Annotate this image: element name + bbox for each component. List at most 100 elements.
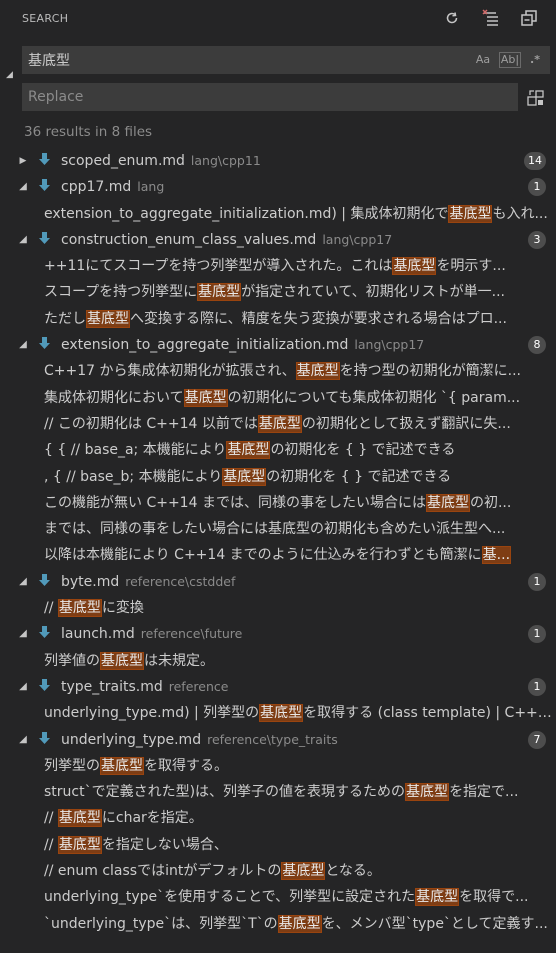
match-row[interactable]: underlying_type`を使用することで、列挙型に設定された基底型を取得… [0, 884, 556, 910]
file-row[interactable]: ◢ launch.md reference\future 1 [0, 621, 556, 647]
replace-placeholder[interactable]: Replace [22, 89, 83, 105]
file-row[interactable]: ◢ construction_enum_class_values.md lang\c… [0, 227, 556, 253]
whole-word-icon[interactable]: Ab| [499, 52, 521, 68]
match-highlight: 基底型 [425, 493, 470, 512]
match-before: struct`で定義された型)は、列挙子の値を表現するための [44, 784, 406, 801]
match-row[interactable]: までは、同様の事をしたい場合には基底型の初期化も含めたい派生型へ... [0, 516, 556, 542]
file-path: lang\cpp17 [322, 231, 393, 247]
match-row[interactable]: extension_to_aggregate_initialization.md… [0, 201, 556, 227]
match-highlight: 基底型 [415, 888, 460, 907]
match-row[interactable]: 以降は本機能により C++14 までのように仕込みを行わずとも簡潔に基... [0, 542, 556, 568]
file-row[interactable]: ◢ underlying_type.md reference\type_traits… [0, 727, 556, 753]
match-row[interactable]: 集成体初期化において基底型の初期化についても集成体初期化 `{ param... [0, 385, 556, 411]
match-case-icon[interactable]: Aa [474, 51, 492, 69]
file-name-text: underlying_type.md [61, 731, 202, 748]
markdown-file-icon [38, 674, 51, 700]
file-row[interactable]: ◢ byte.md reference\cstddef 1 [0, 569, 556, 595]
match-row[interactable]: ただし基底型へ変換する際に、精度を失う変換が要求される場合はプロ... [0, 306, 556, 332]
match-row[interactable]: この機能が無い C++14 までは、同様の事をしたい場合には基底型の初... [0, 490, 556, 516]
match-highlight: 基... [481, 546, 512, 565]
file-row[interactable]: ◢ type_traits.md reference 1 [0, 674, 556, 700]
match-row[interactable]: underlying_type.md) | 列挙型の基底型を取得する (clas… [0, 700, 556, 726]
match-highlight: 基底型 [448, 204, 493, 223]
clear-results-icon[interactable] [482, 9, 500, 27]
match-before: 集成体初期化において [44, 389, 184, 406]
file-name: construction_enum_class_values.md lang\cp… [61, 227, 392, 253]
match-before: この機能が無い C++14 までは、同様の事をしたい場合には [44, 494, 426, 511]
match-before: underlying_type.md) | 列挙型の [44, 705, 260, 722]
chevron-down-icon[interactable]: ◢ [18, 727, 28, 753]
match-row[interactable]: 列挙型の基底型を取得する。 [0, 753, 556, 779]
chevron-right-icon[interactable]: ▶ [18, 148, 28, 174]
match-after: の初期化についても集成体初期化 `{ param... [227, 389, 521, 406]
file-name: cpp17.md lang [61, 174, 164, 200]
replace-input[interactable]: Replace [22, 83, 518, 111]
markdown-file-icon [38, 332, 51, 358]
match-after: を指定で... [449, 784, 519, 801]
match-highlight: 基底型 [197, 283, 242, 302]
file-name-text: launch.md [61, 626, 135, 643]
match-row[interactable]: 列挙値の基底型は未規定。 [0, 648, 556, 674]
match-highlight: 基底型 [277, 914, 322, 933]
match-after: の初... [469, 494, 512, 511]
match-row[interactable]: , { // base_b; 本機能により基底型の初期化を { } で記述できる [0, 464, 556, 490]
match-before: までは、同様の事をしたい場合には基底型の初期化も含めたい派生型へ... [44, 521, 506, 538]
match-after: を持つ型の初期化が簡潔に... [339, 363, 521, 380]
search-query[interactable]: 基底型 [22, 50, 70, 70]
file-row[interactable]: ▶ scoped_enum.md lang\cpp11 14 [0, 148, 556, 174]
chevron-down-icon[interactable]: ◢ [18, 332, 28, 358]
match-count-badge: 7 [528, 730, 546, 749]
regex-icon[interactable]: .* [528, 51, 542, 69]
file-name-text: type_traits.md [61, 678, 163, 695]
match-before: 列挙型の [44, 757, 100, 774]
match-row[interactable]: struct`で定義された型)は、列挙子の値を表現するための基底型を指定で... [0, 779, 556, 805]
refresh-icon[interactable] [443, 9, 461, 27]
replace-all-icon[interactable] [526, 88, 546, 108]
match-before: ++11にてスコープを持つ列挙型が導入された。これは [44, 258, 393, 275]
match-count-badge: 1 [528, 625, 546, 644]
match-after: を明示す... [436, 258, 506, 275]
file-row[interactable]: ◢ cpp17.md lang 1 [0, 174, 556, 200]
match-count-badge: 1 [528, 572, 546, 591]
file-row[interactable]: ◢ extension_to_aggregate_initialization.m… [0, 332, 556, 358]
results-tree: ▶ scoped_enum.md lang\cpp11 14 ◢ cpp17.md lang… [0, 148, 556, 937]
chevron-down-icon[interactable]: ◢ [18, 227, 28, 253]
match-highlight: 基底型 [222, 467, 267, 486]
match-row[interactable]: // 基底型に変換 [0, 595, 556, 621]
match-highlight: 基底型 [295, 362, 340, 381]
chevron-down-icon[interactable]: ◢ [18, 174, 28, 200]
match-row[interactable]: C++17 から集成体初期化が拡張され、基底型を持つ型の初期化が簡潔に... [0, 358, 556, 384]
match-highlight: 基底型 [100, 756, 144, 775]
match-before: 以降は本機能により C++14 までのように仕込みを行わずとも簡潔に [44, 547, 482, 564]
match-row[interactable]: // 基底型を指定しない場合、 [0, 832, 556, 858]
match-row[interactable]: // この初期化は C++14 以前では基底型の初期化として扱えず翻訳に失... [0, 411, 556, 437]
match-before: // [44, 600, 58, 617]
search-input[interactable]: 基底型 Aa Ab| .* [22, 46, 550, 74]
match-row[interactable]: { { // base_a; 本機能により基底型の初期化を { } で記述できる [0, 437, 556, 463]
panel-title: SEARCH [22, 11, 69, 25]
match-after: を取得する。 [144, 757, 228, 774]
match-before: // この初期化は C++14 以前では [44, 415, 258, 432]
match-row[interactable]: `underlying_type`は、列挙型`T`の基底型を、メンバ型`type… [0, 911, 556, 937]
chevron-down-icon[interactable]: ◢ [18, 674, 28, 700]
match-after: へ変換する際に、精度を失う変換が要求される場合はプロ... [130, 310, 507, 327]
match-after: は未規定。 [144, 652, 214, 669]
file-name-text: scoped_enum.md [61, 153, 185, 169]
collapse-all-icon[interactable] [520, 9, 538, 27]
match-row[interactable]: スコープを持つ列挙型に基底型が指定されていて、初期化リストが単一... [0, 279, 556, 305]
match-before: underlying_type`を使用することで、列挙型に設定された [44, 889, 416, 906]
chevron-down-icon[interactable]: ◢ [18, 569, 28, 595]
markdown-file-icon [38, 174, 51, 200]
file-name: byte.md reference\cstddef [61, 569, 235, 595]
match-row[interactable]: // 基底型にcharを指定。 [0, 805, 556, 831]
toggle-replace-icon[interactable]: ◢ [6, 70, 13, 80]
chevron-down-icon[interactable]: ◢ [18, 621, 28, 647]
match-row[interactable]: // enum classではintがデフォルトの基底型となる。 [0, 858, 556, 884]
match-row[interactable]: ++11にてスコープを持つ列挙型が導入された。これは基底型を明示す... [0, 253, 556, 279]
match-before: スコープを持つ列挙型に [44, 284, 198, 301]
file-name-text: extension_to_aggregate_initialization.md [61, 337, 349, 354]
file-name: launch.md reference\future [61, 621, 242, 647]
markdown-file-icon [38, 227, 51, 253]
markdown-file-icon [38, 621, 51, 647]
match-after: が指定されていて、初期化リストが単一... [241, 284, 505, 301]
